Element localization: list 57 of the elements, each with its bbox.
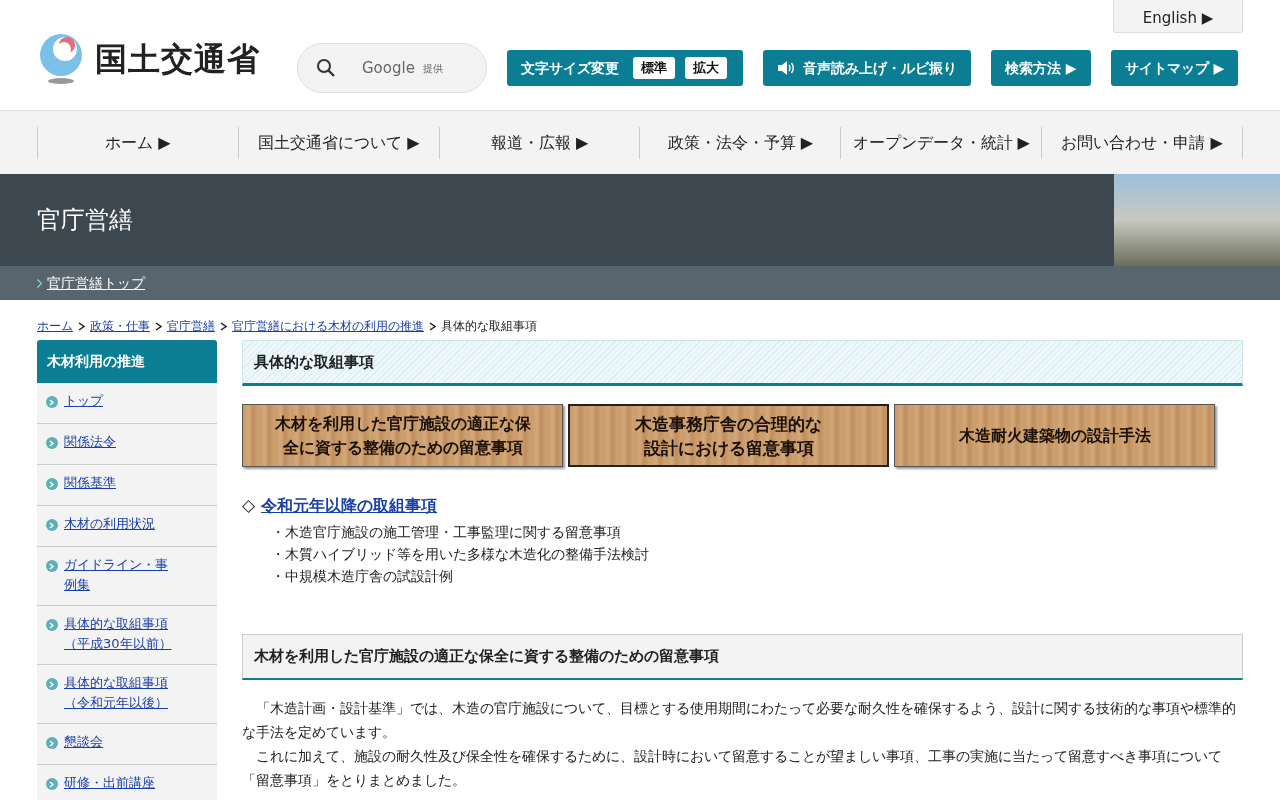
page-heading: 具体的な取組事項 [242, 340, 1243, 386]
speaker-icon [777, 60, 795, 76]
search-field[interactable]: Google 提供 [297, 43, 487, 93]
header-button[interactable]: サイトマップ ▶ [1110, 50, 1239, 86]
bullet-icon [46, 396, 58, 408]
breadcrumb-link[interactable]: 官庁営繕 [167, 317, 215, 335]
breadcrumb-separator-icon [155, 321, 162, 331]
diamond-marker: ◇ [242, 494, 256, 517]
section-top-link[interactable]: 官庁営繕トップ [47, 272, 145, 294]
sidebar-link[interactable]: 関係基準 [64, 473, 116, 493]
breadcrumb-separator-icon [220, 321, 227, 331]
sidebar-link[interactable]: 関係法令 [64, 432, 116, 452]
section-title: 官庁営繕 [36, 205, 133, 236]
sidebar-link[interactable]: トップ [64, 391, 103, 411]
english-link[interactable]: English ▶ [1113, 0, 1243, 33]
breadcrumb-link[interactable]: ホーム [37, 317, 73, 335]
bullet-icon [46, 519, 58, 531]
recent-link[interactable]: 令和元年以降の取組事項 [261, 493, 438, 518]
nav-link[interactable]: お問い合わせ・申請 ▶ [1041, 126, 1243, 159]
logo-text[interactable]: 国土交通省 [95, 35, 260, 83]
list-item: ・木質ハイブリッド等を用いた多様な木造化の整備手法検討 [271, 544, 650, 564]
font-size-option[interactable]: 標準 [633, 57, 675, 79]
nav-link[interactable]: 報道・広報 ▶ [438, 126, 640, 159]
search-placeholder: Google [362, 57, 415, 79]
breadcrumb-current: 具体的な取組事項 [441, 318, 537, 335]
font-size-option[interactable]: 拡大 [685, 57, 727, 79]
wood-banner-link[interactable]: 木造事務庁舎の合理的な設計における留意事項 [568, 404, 889, 467]
breadcrumb-separator-icon [429, 321, 436, 331]
sidebar-title: 木材利用の推進 [37, 340, 217, 383]
nav-link[interactable]: 政策・法令・予算 ▶ [639, 126, 841, 159]
nav-link[interactable]: オープンデータ・統計 ▶ [840, 126, 1042, 159]
bullet-icon [46, 778, 58, 790]
header-button[interactable]: 検索方法 ▶ [991, 50, 1091, 86]
bullet-icon [46, 619, 58, 631]
list-item: ・木造官庁施設の施工管理・工事監理に関する留意事項 [271, 522, 622, 542]
bullet-icon [46, 678, 58, 690]
list-item: ・中規模木造庁舎の試設計例 [271, 566, 454, 586]
chevron-icon [37, 278, 42, 288]
wood-banner-link[interactable]: 木材を利用した官庁施設の適正な保全に資する整備のための留意事項 [242, 404, 563, 467]
nav-link[interactable]: 国土交通省について ▶ [237, 126, 439, 159]
bullet-icon [46, 437, 58, 449]
wood-banner-link[interactable]: 木造耐火建築物の設計手法 [894, 404, 1215, 467]
breadcrumb-link[interactable]: 官庁営繕における木材の利用の推進 [232, 317, 424, 335]
breadcrumb-link[interactable]: 政策・仕事 [90, 317, 150, 335]
breadcrumb-separator-icon [78, 321, 85, 331]
paragraph: これに加えて、施設の耐久性及び保全性を確保するために、設計時において留意することが望ましい事項、工事の実施に当たって留意すべき事項について「留意事項」をとりまとめました。 [242, 746, 1223, 790]
bullet-icon [46, 737, 58, 749]
nav-link[interactable]: ホーム ▶ [37, 126, 238, 159]
paragraph: 「木造計画・設計基準」では、木造の官庁施設について、目標とする使用期間にわたって必要な耐久性を確保するよう、設計に関する技術的な事項や標準的な手法を定めています。 [242, 698, 1237, 742]
header-button[interactable]: 音声読み上げ・ルビ振り [763, 50, 971, 86]
font-size-label: 文字サイズ変更 [521, 58, 619, 78]
bullet-icon [46, 478, 58, 490]
bullet-icon [46, 560, 58, 572]
section-heading: 木材を利用した官庁施設の適正な保全に資する整備のための留意事項 [242, 633, 1243, 680]
sidebar-link[interactable]: 懇談会 [64, 732, 103, 752]
search-icon [316, 58, 336, 78]
provider-label: 提供 [422, 61, 443, 76]
